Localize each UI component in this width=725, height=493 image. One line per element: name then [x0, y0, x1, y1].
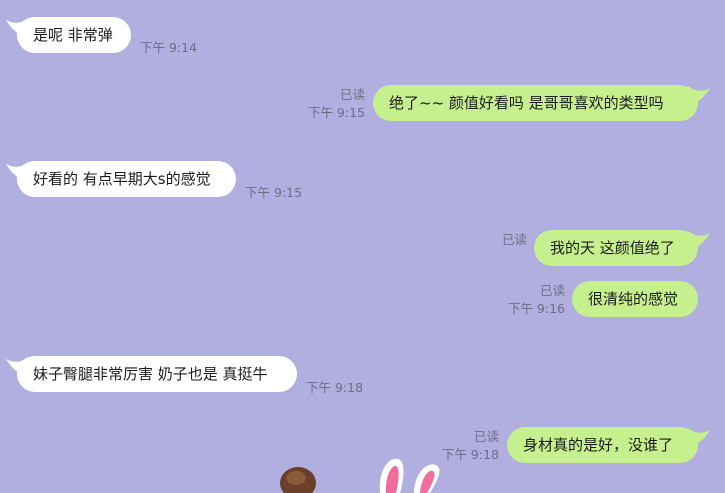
- message-bubble[interactable]: 绝了~~ 颜值好看吗 是哥哥喜欢的类型吗: [373, 85, 698, 121]
- bubble-tail: [688, 428, 710, 448]
- message-bubble[interactable]: 我的天 这颜值绝了: [534, 230, 698, 266]
- message-meta: 已读 下午 9:15: [308, 86, 365, 122]
- read-receipt: 已读: [339, 87, 365, 102]
- message-time: 下午 9:14: [140, 40, 198, 55]
- message-bubble[interactable]: 是呢 非常弹: [17, 17, 131, 53]
- message-bubble[interactable]: 好看的 有点早期大s的感觉: [17, 161, 236, 197]
- message-bubble[interactable]: 很清纯的感觉: [572, 281, 698, 317]
- read-receipt: 已读: [473, 429, 499, 444]
- message-time: 下午 9:18: [306, 380, 364, 395]
- message-meta: 已读 下午 9:16: [508, 282, 565, 318]
- read-receipt: 已读: [501, 232, 527, 247]
- message-bubble[interactable]: 妹子臀腿非常厉害 奶子也是 真挺牛: [17, 356, 297, 392]
- bubble-tail: [688, 86, 710, 106]
- message-time: 下午 9:15: [245, 185, 303, 200]
- bubble-tail: [688, 231, 710, 251]
- message-time: 下午 9:16: [507, 301, 565, 316]
- read-receipt: 已读: [539, 283, 565, 298]
- message-time: 下午 9:15: [307, 105, 365, 120]
- bunny-ears-sticker-icon[interactable]: [0, 453, 725, 493]
- message-meta: 已读: [502, 231, 527, 249]
